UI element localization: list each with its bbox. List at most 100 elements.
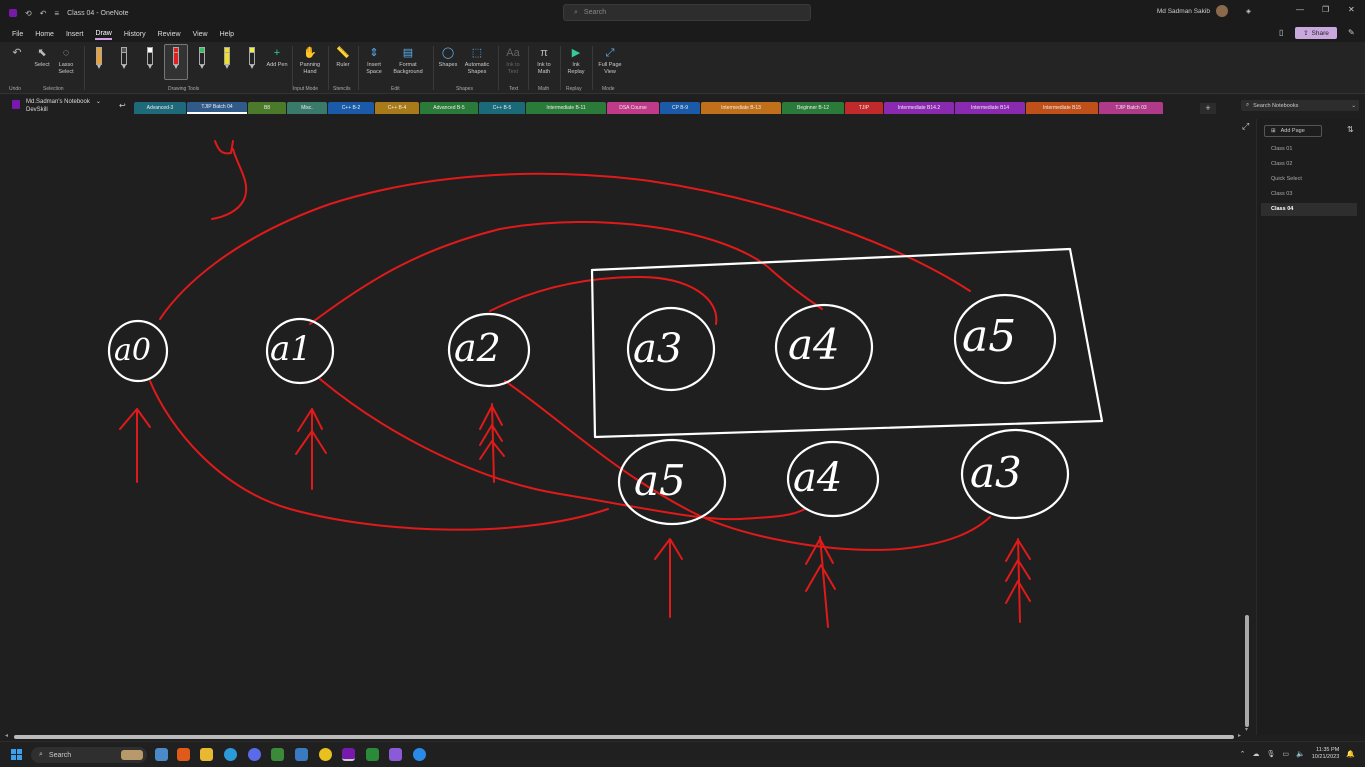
scroll-down-icon[interactable]: ▾ <box>1245 726 1248 733</box>
notebook-selector[interactable]: Md.Sadman's Notebook DevSkill ⌄ <box>12 98 101 114</box>
section-tab[interactable]: Intermediate B-13 <box>701 102 781 114</box>
ruler-button[interactable]: 📏 Ruler <box>332 46 354 69</box>
taskbar-search[interactable]: ⌕ Search <box>31 747 147 763</box>
pen-red[interactable] <box>171 47 181 69</box>
diamond-icon[interactable]: ◈ <box>1246 7 1251 15</box>
scroll-left-icon[interactable]: ◂ <box>5 732 8 739</box>
section-tab[interactable]: Advanced-3 <box>134 102 186 114</box>
microphone-icon[interactable]: 🎙 <box>1267 750 1276 758</box>
back-icon[interactable]: ⟲ <box>25 9 32 18</box>
section-tab[interactable]: B8 <box>248 102 286 114</box>
menu-insert[interactable]: Insert <box>66 30 84 39</box>
menu-help[interactable]: Help <box>220 30 234 39</box>
file-explorer-icon[interactable] <box>200 748 213 761</box>
section-tab[interactable]: TJIP Batch 03 <box>1099 102 1163 114</box>
pencil-gray[interactable] <box>119 47 129 69</box>
cloud-icon[interactable]: ☁ <box>1253 750 1260 758</box>
zoom-icon[interactable] <box>413 748 426 761</box>
sort-icon[interactable]: ⇅ <box>1347 125 1354 134</box>
add-section-button[interactable]: + <box>1200 103 1216 114</box>
page-item[interactable]: Class 02 <box>1261 158 1357 171</box>
task-view-icon[interactable] <box>155 748 168 761</box>
page-canvas[interactable]: a0 a1 a2 a3 a4 a5 a5 a4 a3 <box>0 119 1253 735</box>
page-item[interactable]: Class 01 <box>1261 143 1357 156</box>
select-button[interactable]: ⬉ Select <box>32 46 52 69</box>
section-tab[interactable]: C++ B-2 <box>328 102 374 114</box>
section-tab[interactable]: Misc. <box>287 102 327 114</box>
customize-toolbar-icon[interactable]: ≡ <box>54 9 59 18</box>
visual-studio-icon[interactable] <box>389 748 402 761</box>
menu-view[interactable]: View <box>193 30 208 39</box>
close-icon[interactable]: ✕ <box>1348 5 1355 14</box>
section-tab[interactable]: Beginner B-12 <box>782 102 844 114</box>
windows-start-icon[interactable] <box>11 749 23 761</box>
user-area[interactable]: Md Sadman Sakib ◈ <box>1157 5 1251 17</box>
scroll-right-icon[interactable]: ▸ <box>1238 732 1241 739</box>
photos-icon[interactable] <box>295 748 308 761</box>
section-tab[interactable]: TJIP Batch 04 <box>187 102 247 114</box>
vertical-scrollbar[interactable] <box>1245 615 1249 727</box>
section-tab[interactable]: C++ B-4 <box>375 102 419 114</box>
restore-icon[interactable]: ❐ <box>1322 5 1329 14</box>
edge-icon[interactable] <box>224 748 237 761</box>
store-icon[interactable] <box>271 748 284 761</box>
chrome-icon[interactable] <box>319 748 332 761</box>
search-notebooks-input[interactable]: ⌕ Search Notebooks ⌄ <box>1241 100 1359 111</box>
format-background-button[interactable]: ▤ Format Background <box>388 46 428 76</box>
display-icon[interactable]: ▭ <box>1282 750 1289 758</box>
avatar[interactable] <box>1216 5 1228 17</box>
menu-draw[interactable]: Draw <box>95 29 112 40</box>
section-tab[interactable]: Advanced B-5 <box>420 102 478 114</box>
add-pen-button[interactable]: + Add Pen <box>266 46 288 69</box>
section-tab[interactable]: Intermediate B-11 <box>526 102 606 114</box>
shapes-button[interactable]: ◯ Shapes <box>437 46 459 69</box>
section-tab[interactable]: DSA Course <box>607 102 659 114</box>
notification-bell-icon[interactable]: 🔔 <box>1346 750 1355 758</box>
app-icon[interactable] <box>177 748 190 761</box>
menu-history[interactable]: History <box>124 30 146 39</box>
highlighter-yellow[interactable] <box>222 47 232 69</box>
section-tab[interactable]: C++ B-5 <box>479 102 525 114</box>
speaker-icon[interactable]: 🔈 <box>1296 750 1305 758</box>
search-input[interactable]: ⌕ Search <box>563 4 811 21</box>
lasso-select-button[interactable]: ◌ Lasso Select <box>54 46 78 76</box>
section-tab[interactable]: CP B-9 <box>660 102 700 114</box>
pin-icon[interactable]: ✎ <box>1348 28 1355 37</box>
section-tab[interactable]: Intermediate B14.2 <box>884 102 954 114</box>
section-tab[interactable]: TJIP <box>845 102 883 114</box>
ink-to-text-button[interactable]: Aa Ink to Text <box>502 46 524 76</box>
undo-button[interactable]: ↶ <box>8 46 26 62</box>
section-tab[interactable]: Intermediate B15 <box>1026 102 1098 114</box>
section-tab[interactable]: Intermediate B14 <box>955 102 1025 114</box>
pen-green[interactable] <box>197 47 207 69</box>
app-icon[interactable] <box>366 748 379 761</box>
share-button[interactable]: ⇪ Share <box>1295 27 1337 39</box>
pen-orange[interactable] <box>94 47 104 69</box>
panning-hand-button[interactable]: ✋ Panning Hand <box>296 46 324 76</box>
full-page-view-button[interactable]: ⤢ Full Page View <box>596 46 624 76</box>
add-page-button[interactable]: ⊞ Add Page <box>1264 125 1322 137</box>
ink-to-math-button[interactable]: π Ink to Math <box>532 46 556 76</box>
ink-drawing[interactable]: a0 a1 a2 a3 a4 a5 a5 a4 a3 <box>0 119 1253 735</box>
minimize-icon[interactable]: — <box>1296 5 1304 14</box>
undo-icon[interactable]: ↶ <box>40 9 47 18</box>
ink-replay-button[interactable]: ▶ Ink Replay <box>564 46 588 76</box>
notebook-icon[interactable]: ▯ <box>1279 28 1283 37</box>
page-item[interactable]: Quick Select <box>1261 173 1357 186</box>
pen-white[interactable] <box>145 47 155 69</box>
page-item-selected[interactable]: Class 04 <box>1261 203 1357 216</box>
menu-home[interactable]: Home <box>35 30 54 39</box>
onenote-taskbar-icon[interactable] <box>342 748 355 761</box>
menu-file[interactable]: File <box>12 30 23 39</box>
horizontal-scrollbar[interactable] <box>14 735 1234 739</box>
page-item[interactable]: Class 03 <box>1261 188 1357 201</box>
back-arrow-icon[interactable]: ↩ <box>119 101 126 110</box>
discord-icon[interactable] <box>248 748 261 761</box>
clock[interactable]: 11:35 PM 10/21/2023 <box>1312 747 1340 761</box>
highlighter-lightyellow[interactable] <box>247 47 257 69</box>
insert-space-button[interactable]: ⇕ Insert Space <box>362 46 386 76</box>
expand-icon[interactable]: ⤢ <box>1242 121 1249 132</box>
chevron-up-icon[interactable]: ⌃ <box>1240 750 1246 758</box>
menu-review[interactable]: Review <box>158 30 181 39</box>
automatic-shapes-button[interactable]: ⬚ Automatic Shapes <box>461 46 493 76</box>
